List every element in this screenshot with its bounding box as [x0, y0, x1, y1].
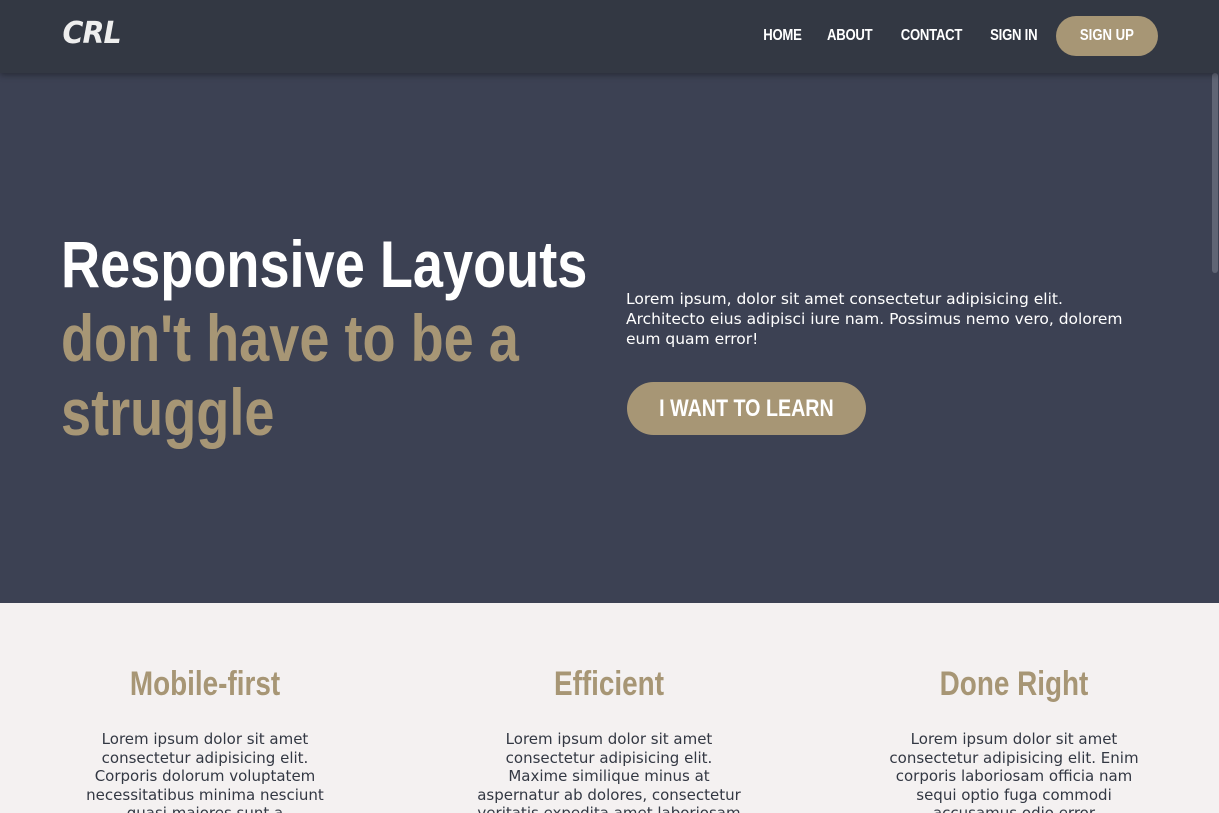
feature-text: Lorem ipsum dolor sit amet consectetur a… — [86, 730, 324, 813]
feature-title: Mobile-first — [129, 665, 281, 703]
site-logo[interactable]: CRL — [63, 16, 122, 51]
learn-button-label: I WANT TO LEARN — [659, 394, 834, 422]
feature-text: Lorem ipsum dolor sit amet consectetur a… — [477, 730, 741, 813]
hero-section: Responsive Layouts don't have to be a st… — [0, 73, 1219, 603]
learn-button[interactable]: I WANT TO LEARN — [627, 382, 866, 435]
hero-description: Lorem ipsum, dolor sit amet consectetur … — [626, 290, 1123, 348]
nav-contact-link[interactable]: CONTACT — [899, 27, 964, 45]
nav-sign-in-link[interactable]: SIGN IN — [988, 27, 1038, 45]
nav-about-link[interactable]: ABOUT — [826, 27, 875, 45]
feature-text: Lorem ipsum dolor sit amet consectetur a… — [889, 730, 1139, 813]
main-nav: HOME ABOUT CONTACT SIGN IN SIGN UP — [757, 16, 1158, 56]
sign-up-button[interactable]: SIGN UP — [1056, 16, 1158, 56]
hero-title: Responsive Layouts don't have to be a st… — [61, 227, 627, 449]
hero-title-line1: Responsive Layouts — [61, 227, 588, 301]
features-section: Mobile-first Lorem ipsum dolor sit amet … — [0, 603, 1219, 813]
feature-title: Efficient — [554, 665, 664, 703]
scrollbar-thumb[interactable] — [1212, 73, 1218, 273]
nav-home-link[interactable]: HOME — [762, 27, 804, 45]
hero-title-line2: don't have to be a struggle — [61, 301, 519, 449]
feature-title: Done Right — [939, 665, 1089, 703]
site-header: CRL HOME ABOUT CONTACT SIGN IN SIGN UP — [0, 0, 1219, 73]
sign-up-label: SIGN UP — [1080, 27, 1134, 44]
